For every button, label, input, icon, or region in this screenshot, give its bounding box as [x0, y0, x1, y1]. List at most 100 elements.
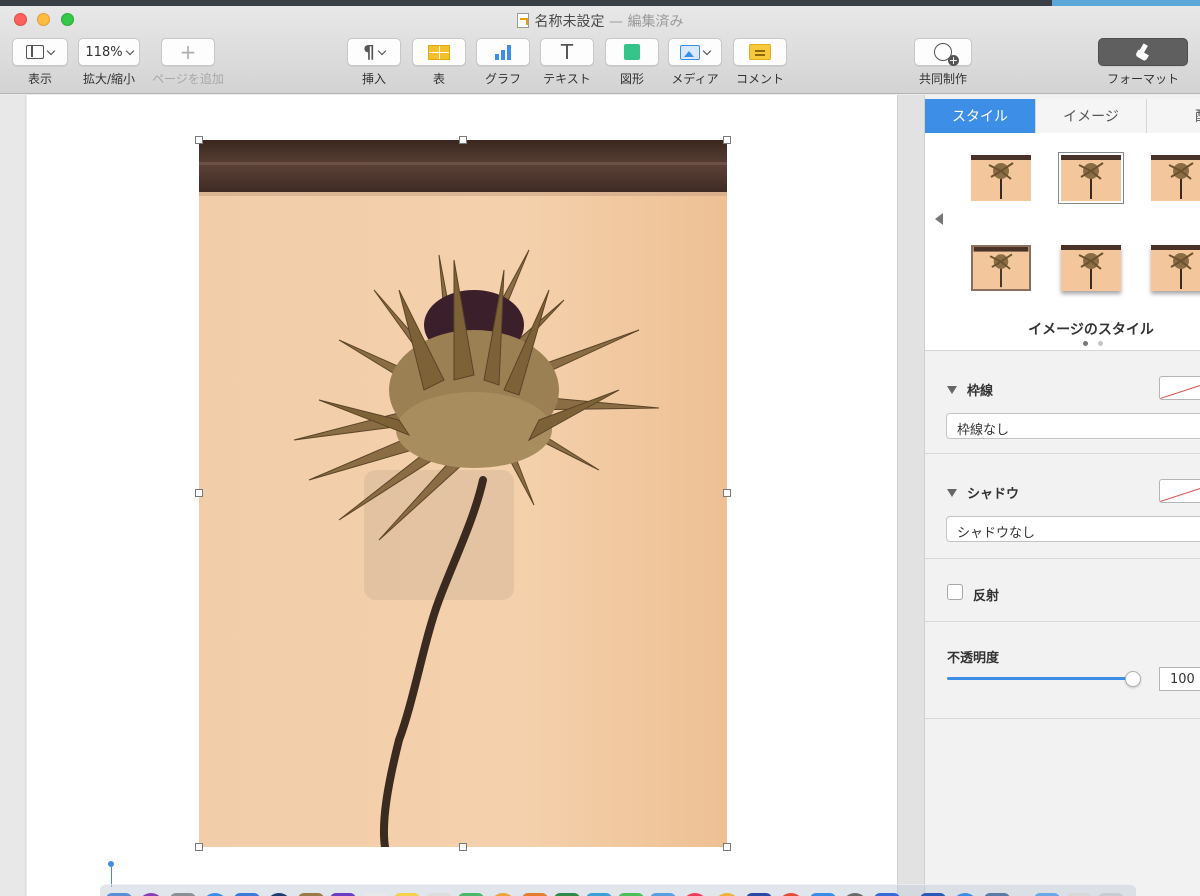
shape-icon: [624, 44, 640, 60]
table-button[interactable]: [412, 38, 466, 66]
opacity-section: 不透明度 100: [925, 623, 1200, 719]
add-person-icon: [934, 43, 959, 66]
resize-handle-bottom[interactable]: [459, 843, 467, 851]
opacity-title: 不透明度: [947, 651, 1000, 666]
view-button[interactable]: [12, 38, 68, 66]
table-label: 表: [432, 72, 445, 86]
resize-handle-top-right[interactable]: [723, 136, 731, 144]
plus-icon: +: [179, 40, 197, 64]
edited-status: — 編集済み: [609, 14, 684, 30]
tab-style[interactable]: スタイル: [925, 99, 1036, 133]
format-inspector: スタイル イメージ 配 イメージのスタイル 枠線 枠線なし: [924, 95, 1200, 896]
pages-document-icon: [516, 13, 529, 28]
collaborate-tool[interactable]: 共同制作: [913, 38, 973, 87]
title-bar: 名称未設定 — 編集済み 表示 118% 拡大/縮小 + ページを追加 ¶ 挿入…: [0, 6, 1200, 94]
page-dot-2[interactable]: [1098, 341, 1103, 346]
shadow-color-well[interactable]: [1159, 479, 1200, 503]
tab-image[interactable]: イメージ: [1036, 99, 1147, 133]
add-page-label: ページを追加: [152, 72, 224, 86]
chart-tool[interactable]: グラフ: [476, 38, 530, 87]
view-tool[interactable]: 表示: [12, 38, 68, 87]
reflection-checkbox[interactable]: [947, 584, 963, 600]
paintbrush-icon: [1135, 44, 1151, 60]
chart-label: グラフ: [484, 72, 521, 86]
text-button[interactable]: T: [540, 38, 594, 66]
table-tool[interactable]: 表: [412, 38, 466, 87]
resize-handle-right[interactable]: [723, 489, 731, 497]
media-button[interactable]: [668, 38, 722, 66]
text-label: テキスト: [543, 72, 591, 86]
resize-handle-left[interactable]: [195, 489, 203, 497]
text-icon: T: [560, 40, 574, 64]
border-section: 枠線 枠線なし: [925, 352, 1200, 454]
style-swatch-5[interactable]: [1061, 245, 1121, 291]
table-icon: [428, 44, 450, 60]
reflection-section: 反射: [925, 560, 1200, 622]
inspector-tabs: スタイル イメージ 配: [925, 99, 1200, 133]
style-swatch-2[interactable]: [1058, 152, 1124, 204]
opacity-value-field[interactable]: 100: [1159, 667, 1200, 691]
disclosure-triangle-icon: [947, 488, 957, 497]
disclosure-triangle-icon: [947, 385, 957, 394]
style-swatch-6[interactable]: [1151, 245, 1200, 291]
opacity-slider[interactable]: [947, 677, 1133, 680]
document-page[interactable]: [27, 95, 897, 896]
chevron-down-icon: [46, 46, 56, 55]
format-tool[interactable]: フォーマット: [1098, 38, 1188, 87]
text-tool[interactable]: T テキスト: [540, 38, 594, 87]
resize-handle-top[interactable]: [459, 136, 467, 144]
format-button[interactable]: [1098, 38, 1188, 66]
resize-handle-bottom-right[interactable]: [723, 843, 731, 851]
add-page-tool[interactable]: + ページを追加: [150, 38, 226, 87]
comment-tool[interactable]: コメント: [730, 38, 790, 87]
right-gutter: [897, 95, 924, 896]
resize-handle-bottom-left[interactable]: [195, 843, 203, 851]
collaborate-label: 共同制作: [918, 72, 967, 86]
shape-label: 図形: [619, 72, 644, 86]
resize-handle-top-left[interactable]: [195, 136, 203, 144]
zoom-value: 118%: [85, 44, 123, 60]
format-label: フォーマット: [1106, 72, 1179, 86]
collaborate-button[interactable]: [914, 38, 972, 66]
border-style-dropdown[interactable]: 枠線なし: [946, 413, 1200, 439]
photo-icon: [680, 44, 700, 60]
previous-styles-arrow-icon[interactable]: [935, 213, 943, 225]
style-swatch-4[interactable]: [971, 245, 1031, 291]
page-dot-1[interactable]: [1083, 341, 1088, 346]
border-title: 枠線: [967, 384, 994, 399]
insert-button[interactable]: ¶: [347, 38, 401, 66]
media-tool[interactable]: メディア: [668, 38, 722, 87]
image-styles-panel: イメージのスタイル: [925, 133, 1200, 351]
media-label: メディア: [671, 72, 719, 86]
tab-arrange[interactable]: 配: [1147, 99, 1200, 133]
border-color-well[interactable]: [1159, 376, 1200, 400]
zoom-dropdown[interactable]: 118%: [78, 38, 140, 66]
chevron-down-icon: [702, 46, 712, 55]
style-swatch-3[interactable]: [1151, 155, 1200, 201]
shadow-header[interactable]: シャドウ: [947, 483, 1019, 502]
comment-button[interactable]: [733, 38, 787, 66]
artichoke-photo: [199, 140, 727, 847]
dock: [100, 884, 1136, 896]
insert-tool[interactable]: ¶ 挿入: [347, 38, 401, 87]
chevron-down-icon: [377, 46, 386, 55]
shape-button[interactable]: [605, 38, 659, 66]
comment-label: コメント: [735, 72, 784, 86]
border-header[interactable]: 枠線: [947, 380, 993, 399]
add-page-button[interactable]: +: [161, 38, 215, 66]
left-gutter: [0, 95, 26, 896]
shadow-style-dropdown[interactable]: シャドウなし: [946, 516, 1200, 542]
chart-button[interactable]: [476, 38, 530, 66]
sidebar-icon: [26, 45, 44, 59]
comment-icon: [749, 44, 771, 60]
shape-tool[interactable]: 図形: [605, 38, 659, 87]
selected-image[interactable]: [199, 140, 727, 847]
zoom-tool[interactable]: 118% 拡大/縮小: [78, 38, 140, 87]
style-swatch-1[interactable]: [971, 155, 1031, 201]
shadow-section: シャドウ シャドウなし: [925, 455, 1200, 559]
paragraph-icon: ¶: [363, 41, 375, 63]
document-canvas[interactable]: [0, 95, 924, 896]
image-styles-caption: イメージのスタイル: [1028, 322, 1154, 338]
opacity-slider-knob[interactable]: [1125, 671, 1141, 687]
zoom-label: 拡大/縮小: [82, 72, 136, 86]
